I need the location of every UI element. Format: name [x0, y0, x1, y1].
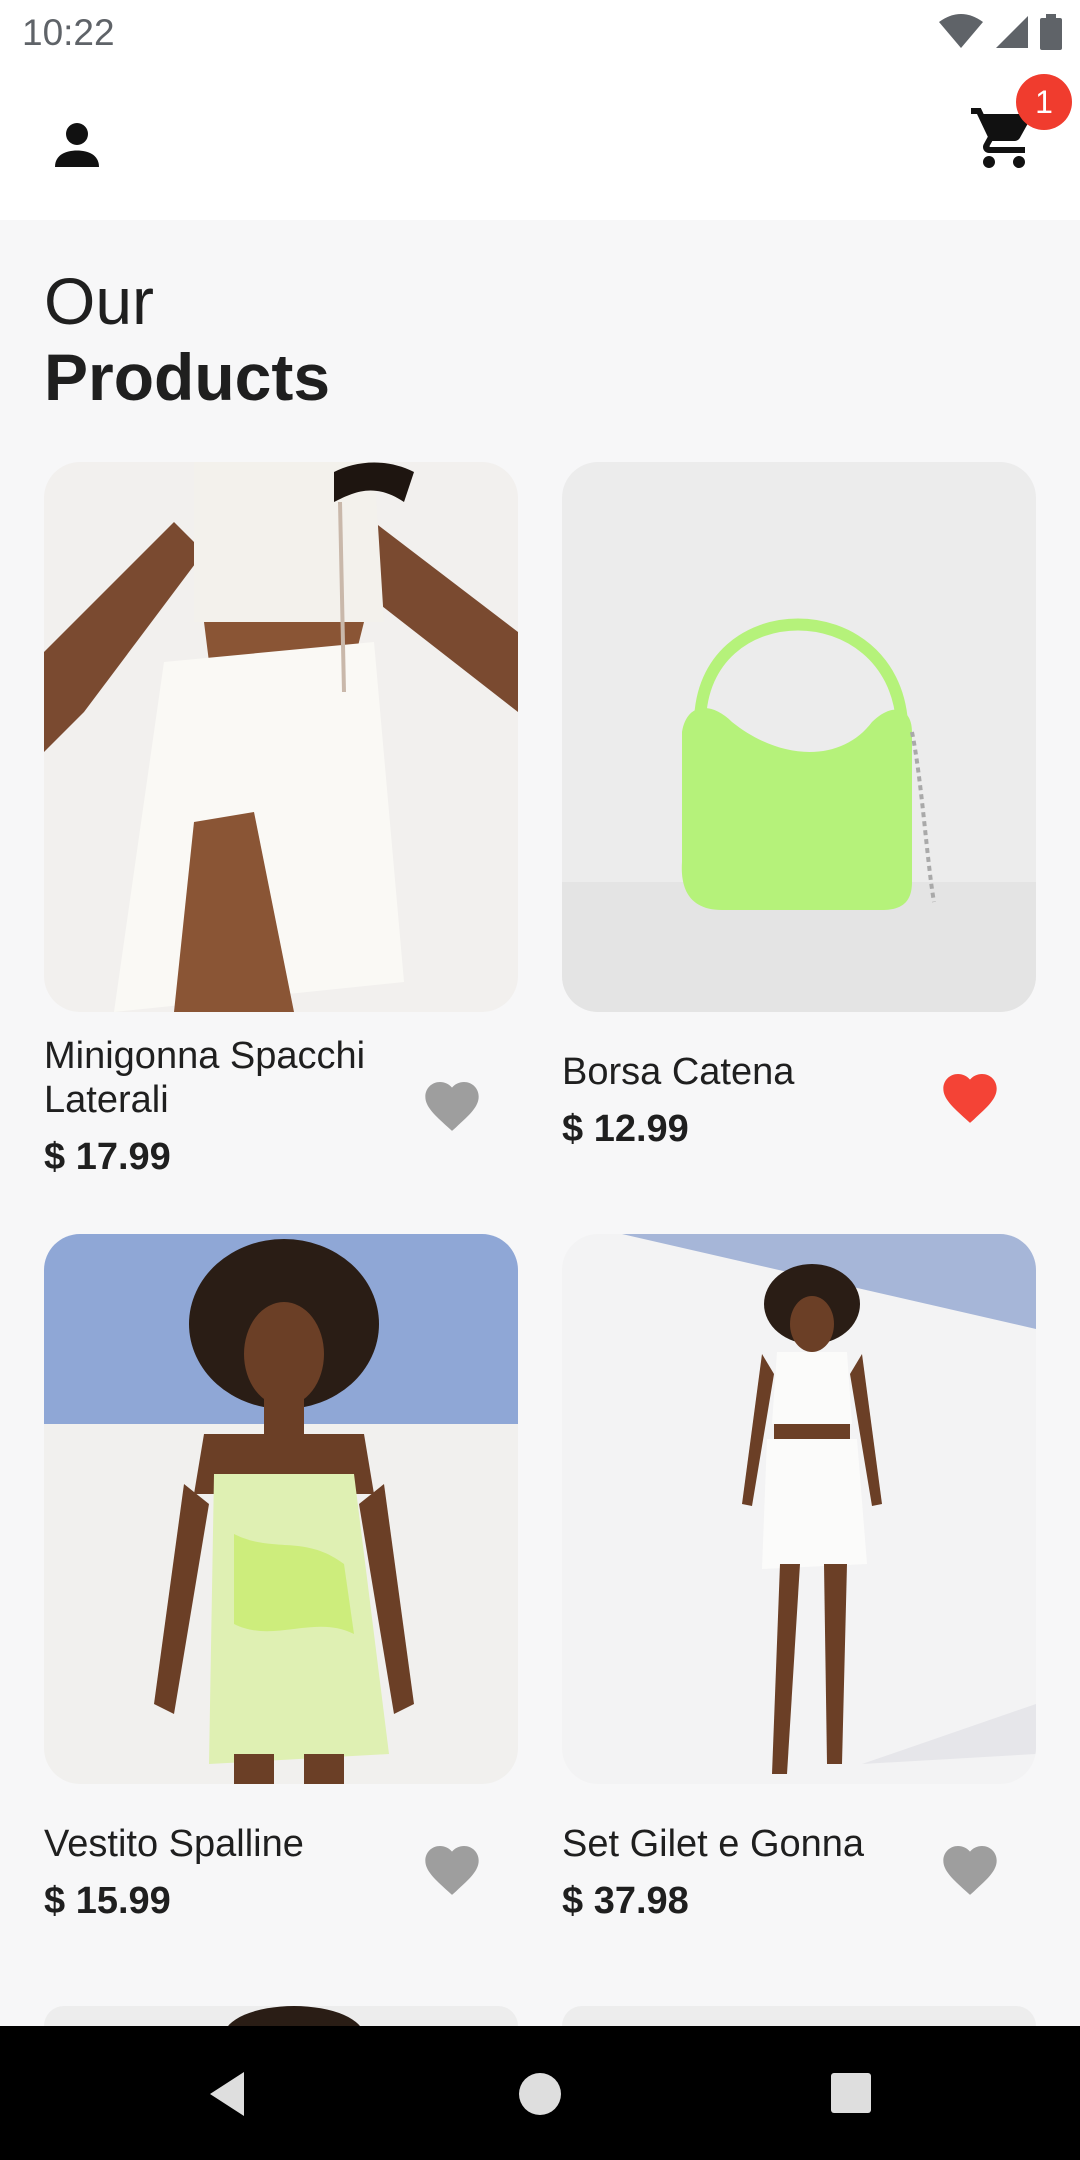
product-photo-skirt [44, 462, 518, 1012]
favorite-button[interactable] [938, 1066, 1002, 1130]
product-price: $ 12.99 [562, 1108, 689, 1150]
wifi-icon [939, 14, 983, 48]
heart-icon [425, 1082, 479, 1131]
heart-icon [943, 1846, 997, 1895]
product-photo-dress [44, 1234, 518, 1784]
app-bar: 1 [0, 66, 1080, 220]
product-photo-bag [562, 462, 1036, 1012]
product-name[interactable]: Borsa Catena [562, 1050, 942, 1094]
system-nav-bar [0, 2026, 1080, 2160]
page-title-line2: Products [44, 340, 331, 414]
page-title-line1: Our [44, 264, 155, 338]
product-name[interactable]: Vestito Spalline [44, 1822, 424, 1866]
product-image[interactable] [44, 1234, 518, 1784]
home-icon [519, 2073, 561, 2115]
status-bar: 10:22 [0, 0, 1080, 66]
product-name[interactable]: Minigonna Spacchi Laterali [44, 1034, 384, 1122]
signal-icon [996, 16, 1028, 48]
product-image[interactable] [562, 462, 1036, 1012]
battery-icon [1040, 14, 1062, 50]
favorite-button[interactable] [420, 1074, 484, 1138]
product-image[interactable] [562, 1234, 1036, 1784]
product-price: $ 17.99 [44, 1136, 171, 1178]
status-icons [938, 14, 1062, 50]
favorite-button[interactable] [420, 1838, 484, 1902]
product-price: $ 37.98 [562, 1880, 689, 1922]
nav-home-button[interactable] [480, 2026, 600, 2160]
nav-recents-button[interactable] [792, 2026, 912, 2160]
product-price: $ 15.99 [44, 1880, 171, 1922]
heart-icon [943, 1074, 997, 1123]
favorite-button[interactable] [938, 1838, 1002, 1902]
recents-icon [831, 2073, 871, 2113]
heart-icon [425, 1846, 479, 1895]
nav-back-button[interactable] [166, 2026, 286, 2160]
profile-button[interactable] [44, 112, 110, 178]
cart-count-badge: 1 [1016, 74, 1072, 130]
back-icon [210, 2072, 244, 2116]
product-image[interactable] [44, 462, 518, 1012]
product-name[interactable]: Set Gilet e Gonna [562, 1822, 942, 1866]
product-photo-set [562, 1234, 1036, 1784]
status-time: 10:22 [22, 12, 115, 53]
person-icon [55, 123, 99, 167]
page-title: Our Products [44, 264, 330, 416]
